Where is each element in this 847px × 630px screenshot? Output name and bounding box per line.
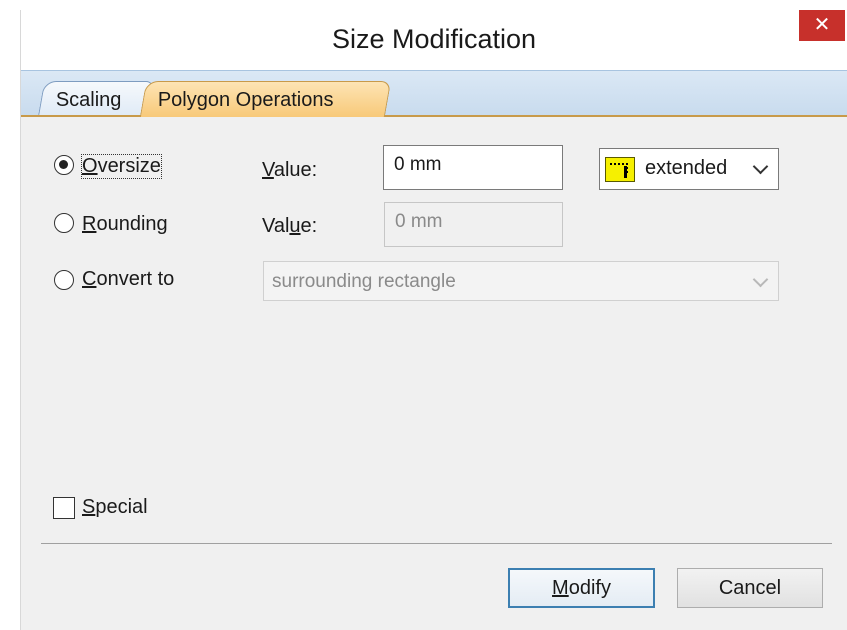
convert-label-rest: onvert to xyxy=(96,268,175,290)
mode-dropdown[interactable]: extended xyxy=(599,148,779,190)
tab-scaling[interactable]: Scaling xyxy=(37,81,155,117)
modify-label-rest: odify xyxy=(568,577,611,599)
oversize-value-label: Value: xyxy=(262,159,317,182)
mode-dropdown-value: extended xyxy=(645,157,728,179)
extended-corner-icon xyxy=(605,157,635,182)
rounding-value-mnemonic: u xyxy=(289,215,301,237)
tab-scaling-label: Scaling xyxy=(55,89,122,111)
chevron-down-icon xyxy=(752,271,769,288)
close-icon: ✕ xyxy=(813,14,831,36)
convert-to-radio[interactable] xyxy=(54,270,74,290)
separator xyxy=(41,543,832,544)
convert-to-selected-option: surrounding rectangle xyxy=(272,271,456,292)
rounding-value-label-pre: Val xyxy=(262,215,290,237)
rounding-label-rest: ounding xyxy=(96,213,168,235)
convert-to-label[interactable]: Convert to xyxy=(82,268,174,291)
modify-mnemonic: M xyxy=(552,577,569,599)
rounding-value-label: Value: xyxy=(262,215,317,238)
oversize-value-label-rest: alue: xyxy=(273,159,318,181)
oversize-value-mnemonic: V xyxy=(262,159,274,181)
cancel-button[interactable]: Cancel xyxy=(677,568,823,608)
dialog-title: Size Modification xyxy=(331,24,537,54)
title-bar: Size Modification ✕ xyxy=(21,10,847,70)
convert-to-select[interactable]: surrounding rectangle xyxy=(263,261,779,301)
special-label[interactable]: Special xyxy=(82,496,148,519)
modify-button[interactable]: Modify xyxy=(508,568,655,608)
convert-mnemonic: C xyxy=(82,268,97,290)
oversize-mnemonic: O xyxy=(82,155,98,177)
close-button[interactable]: ✕ xyxy=(799,10,845,41)
oversize-label[interactable]: Oversize xyxy=(81,154,162,179)
tab-polygon-operations-label: Polygon Operations xyxy=(157,89,334,111)
oversize-label-rest: versize xyxy=(97,155,161,177)
tab-strip: Scaling Polygon Operations xyxy=(21,70,847,117)
rounding-mnemonic: R xyxy=(82,213,97,235)
size-modification-dialog: Size Modification ✕ Scaling Polygon Oper… xyxy=(20,10,847,630)
oversize-radio[interactable] xyxy=(54,155,74,175)
oversize-value-input[interactable]: 0 mm xyxy=(383,145,563,190)
rounding-label[interactable]: Rounding xyxy=(82,213,168,236)
rounding-value-label-post: e: xyxy=(300,215,318,237)
chevron-down-icon xyxy=(752,158,769,175)
rounding-radio[interactable] xyxy=(54,213,74,233)
rounding-value-input[interactable]: 0 mm xyxy=(384,202,563,247)
special-mnemonic: S xyxy=(82,496,96,518)
tab-polygon-operations[interactable]: Polygon Operations xyxy=(139,81,392,117)
special-checkbox[interactable] xyxy=(53,497,75,519)
special-label-rest: pecial xyxy=(95,496,148,518)
